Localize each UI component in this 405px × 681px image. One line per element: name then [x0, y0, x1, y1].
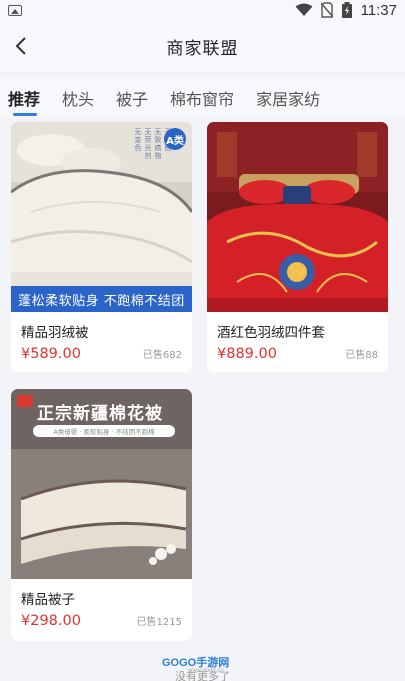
status-time: 11:37	[360, 1, 397, 19]
red-bedding-illustration	[207, 122, 388, 312]
image-banner: 蓬松柔软贴身 不跑棉不结团	[11, 286, 192, 312]
grade-a-badge: A类	[164, 128, 186, 150]
tab-cotton-curtain[interactable]: 棉布窗帘	[170, 78, 234, 118]
slogan-text: 无致癌物	[154, 128, 162, 160]
product-name: 精品羽绒被	[21, 325, 89, 341]
image-subtitle: A类母婴 · 柔软贴身 · 不结团不跑棉	[33, 425, 175, 437]
tab-home-textile[interactable]: 家居家纺	[256, 78, 320, 118]
category-tabs: 推荐 枕头 被子 棉布窗帘 家居家纺	[0, 78, 405, 118]
site-watermark-url: www.gogo.cn	[188, 668, 224, 674]
sold-count: 已售88	[345, 350, 378, 361]
tab-quilt[interactable]: 被子	[116, 78, 148, 118]
product-image-down-quilt: 无变色 无荧光剂 无致癌物 无甲醛 A类 蓬松柔软贴身 不跑棉不结团	[11, 122, 192, 312]
product-card[interactable]: 无变色 无荧光剂 无致癌物 无甲醛 A类 蓬松柔软贴身 不跑棉不结团 精品羽绒被…	[11, 122, 192, 372]
status-bar: 11:37	[0, 0, 405, 20]
no-sim-icon	[320, 2, 333, 18]
product-card[interactable]: 酒红色羽绒四件套 ¥889.00 已售88	[207, 122, 388, 372]
product-image-red-bedding	[207, 122, 388, 312]
sold-count: 已售682	[142, 350, 182, 361]
product-name: 精品被子	[21, 592, 75, 608]
nav-bar: 商家联盟	[0, 20, 405, 72]
product-card[interactable]: 正宗新疆棉花被 A类母婴 · 柔软贴身 · 不结团不跑棉 精品被子 ¥298.0…	[11, 389, 192, 641]
wifi-icon	[295, 3, 313, 16]
product-image-cotton-quilt: 正宗新疆棉花被 A类母婴 · 柔软贴身 · 不结团不跑棉	[11, 389, 192, 579]
product-name: 酒红色羽绒四件套	[217, 325, 325, 341]
tab-pillow[interactable]: 枕头	[62, 78, 94, 118]
slogan-text: 无变色	[134, 128, 142, 152]
brand-logo	[17, 395, 33, 407]
tab-recommend[interactable]: 推荐	[8, 78, 40, 118]
product-price: ¥589.00	[21, 346, 81, 362]
back-arrow-icon[interactable]	[12, 34, 32, 58]
battery-charging-icon	[341, 2, 352, 18]
sold-count: 已售1215	[136, 617, 182, 628]
image-notification-icon	[8, 4, 22, 16]
slogan-text: 无荧光剂	[144, 128, 152, 160]
page-title: 商家联盟	[166, 38, 239, 59]
product-price: ¥889.00	[217, 346, 277, 362]
image-title: 正宗新疆棉花被	[37, 404, 163, 424]
product-price: ¥298.00	[21, 613, 81, 629]
